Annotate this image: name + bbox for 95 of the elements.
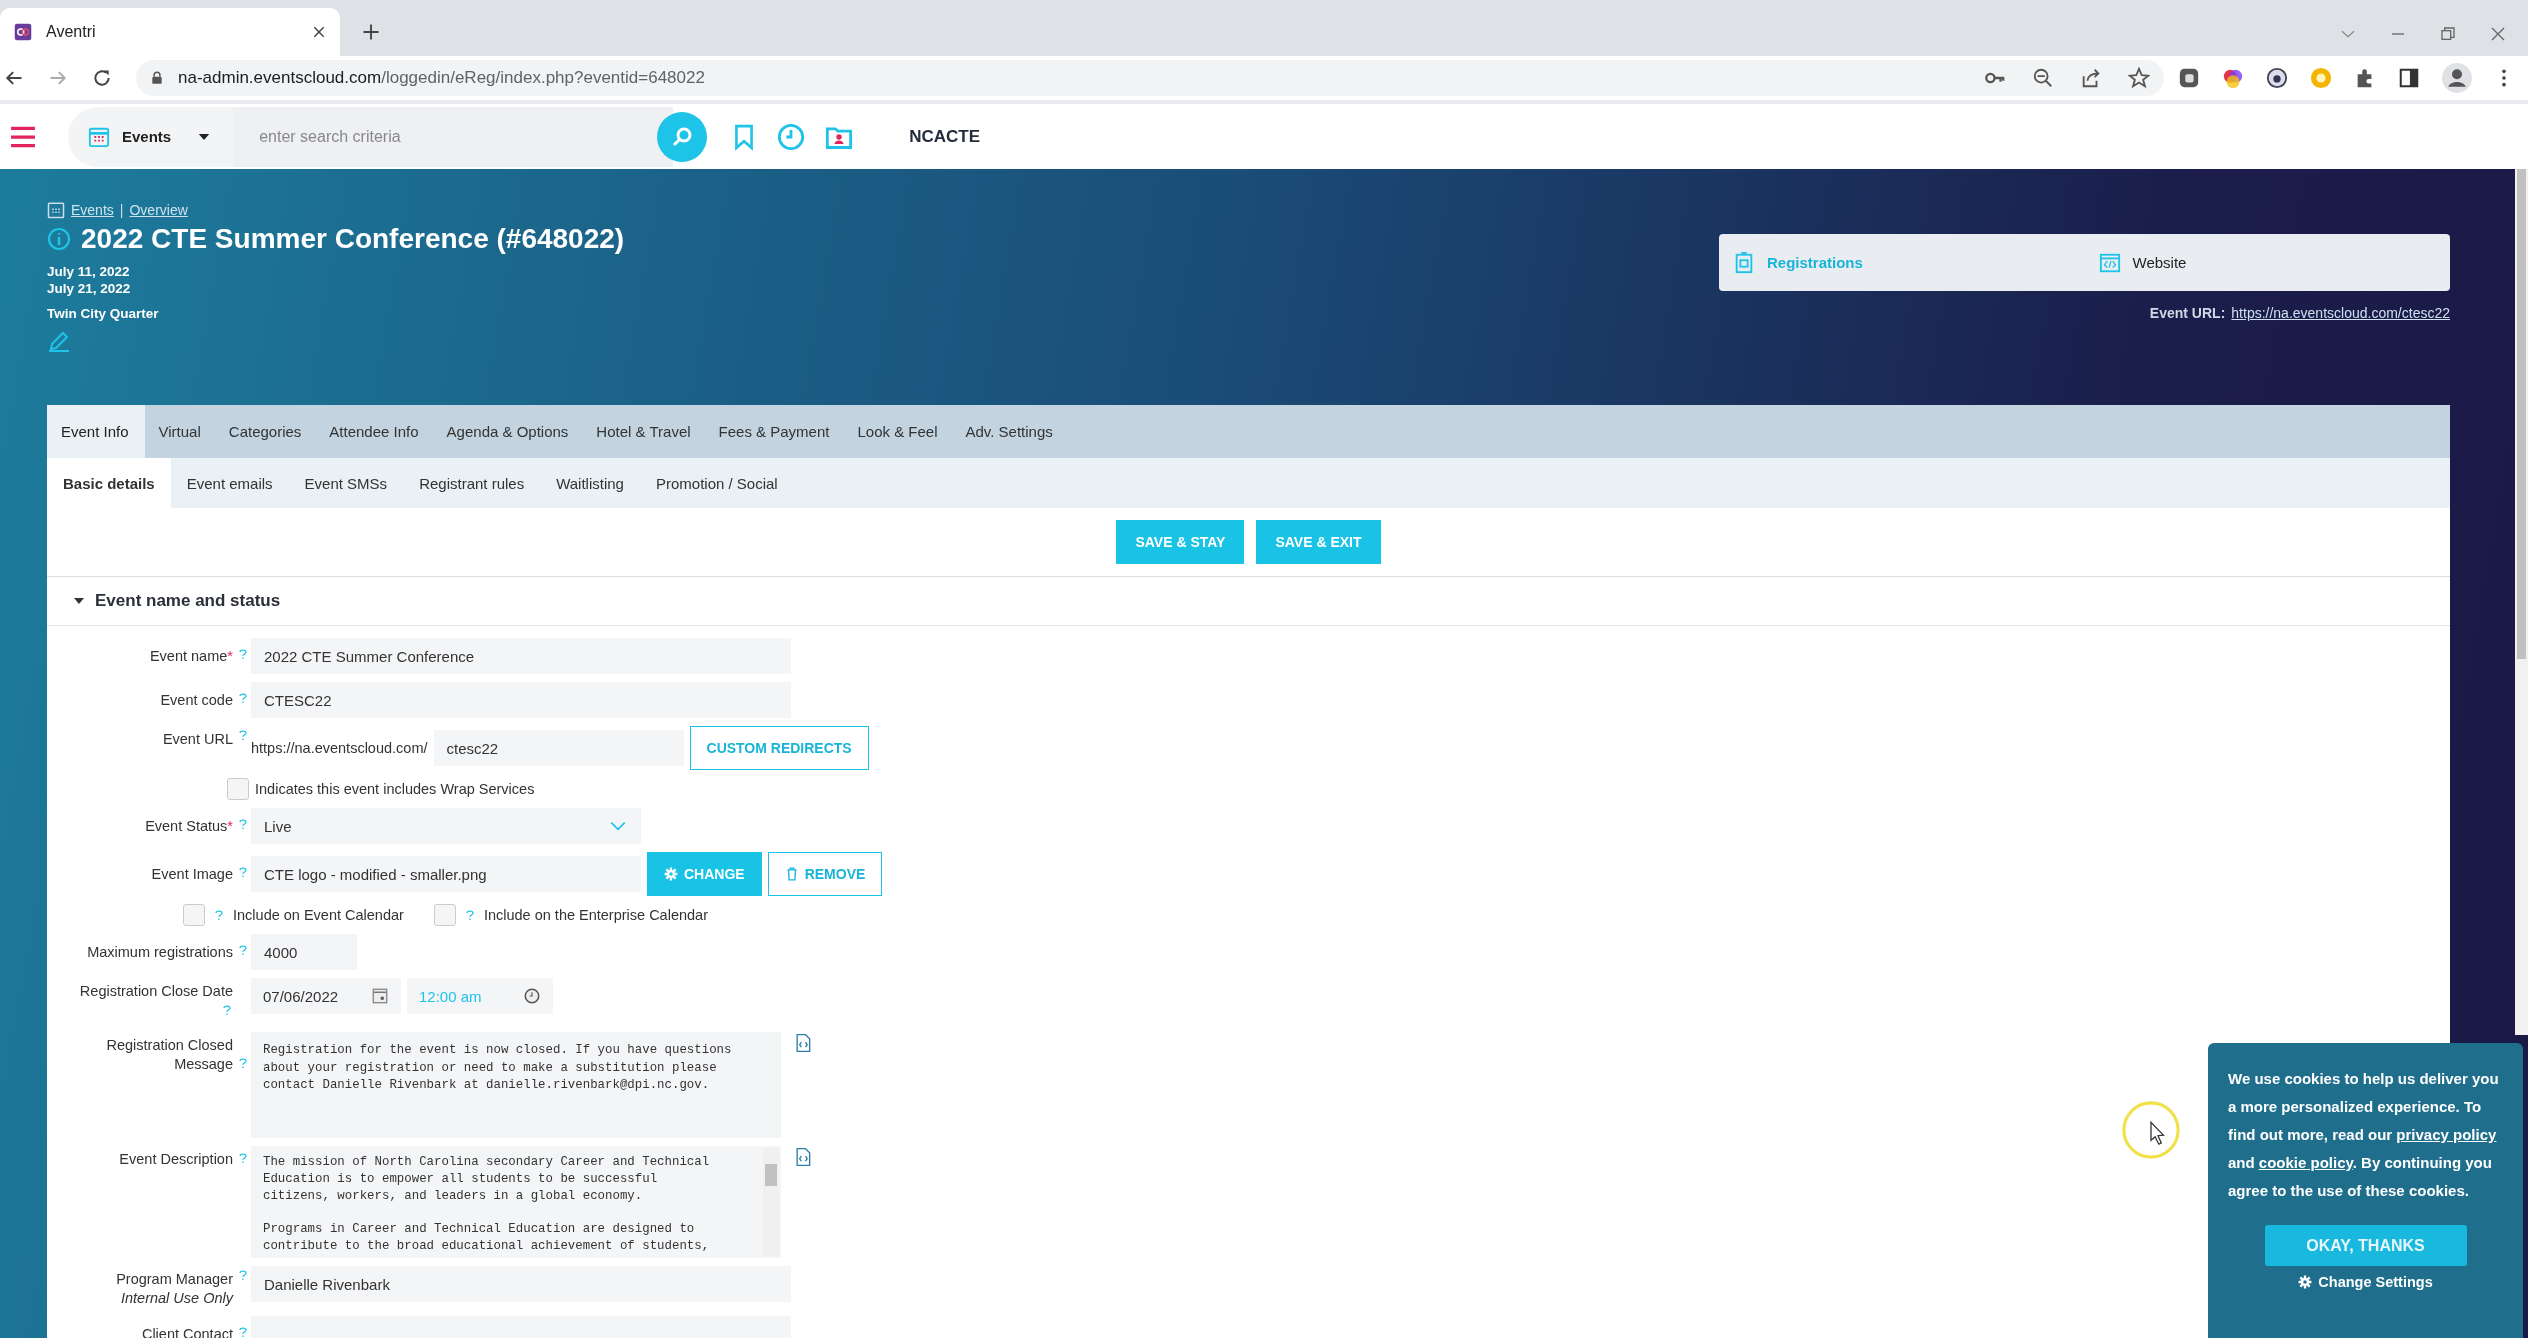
breadcrumb-link[interactable]: Overview [129, 202, 188, 218]
breadcrumb-separator: | [119, 202, 124, 218]
tab[interactable]: Look & Feel [843, 405, 952, 458]
field-label: Program Manager [116, 1271, 233, 1287]
cookie-message: We use cookies to help us deliver you a more personalized experience. To find out more, read our privacy policy and cookie policy. By continuing you agree to the use of these cookies. [2228, 1069, 2500, 1201]
cursor-highlight-icon [2120, 1099, 2182, 1161]
event-start-date: July 11, 2022 [47, 263, 131, 280]
checkbox-label: Include on Event Calendar [233, 907, 404, 923]
calendar-icon [88, 125, 110, 148]
account-name: NCACTE [909, 126, 981, 147]
tab-title: Aventri [46, 23, 97, 41]
input-field[interactable]: Danielle Rivenbark [251, 1266, 791, 1302]
status-dropdown[interactable]: Live [251, 808, 641, 844]
url-prefix: https://na.eventscloud.com/ [251, 740, 428, 756]
reload-icon[interactable] [92, 68, 112, 88]
subtab[interactable]: Basic details [47, 458, 171, 508]
profile-icon[interactable] [2442, 63, 2472, 93]
clock-icon[interactable] [777, 122, 806, 151]
field-label: Event code [160, 691, 233, 708]
date-field[interactable]: 07/06/2022 [251, 978, 401, 1014]
field-note: Internal Use Only [119, 1289, 233, 1308]
required-mark: * [227, 817, 233, 834]
clock-icon [523, 987, 541, 1005]
subtab[interactable]: Waitlisting [540, 458, 640, 508]
calendar-icon [371, 987, 389, 1005]
close-icon[interactable] [312, 25, 326, 39]
text-area[interactable]: The mission of North Carolina secondary Career and Technical Education is to empower all students to be successful citizens, workers, and leaders in a global economy. Programs in Career and Technical Education are designed to contribute to the broad educational achievement of students, [251, 1146, 781, 1258]
scrollbar[interactable] [2515, 169, 2528, 1035]
trash-icon [784, 867, 799, 881]
required-mark: * [227, 647, 233, 664]
event-url-label: Event URL: [2149, 305, 2226, 321]
field-label: Event Status [145, 817, 228, 834]
tab[interactable]: Agenda & Options [432, 405, 583, 458]
input-field[interactable]: CTESC22 [251, 682, 791, 718]
extension-icon[interactable] [2266, 67, 2288, 89]
change-settings-link[interactable]: Change Settings [2298, 1274, 2433, 1290]
share-icon[interactable] [2080, 67, 2102, 89]
input-field[interactable]: CTE logo - modified - smaller.png [251, 856, 641, 892]
input-field[interactable]: 2022 CTE Summer Conference [251, 638, 791, 674]
subtab[interactable]: Registrant rules [403, 458, 541, 508]
zoom-out-icon[interactable] [2032, 67, 2054, 89]
event-end-date: July 21, 2022 [47, 280, 132, 297]
new-tab-icon[interactable] [362, 23, 380, 41]
extension-icon[interactable] [2222, 67, 2244, 89]
clipboard-icon [1733, 251, 1755, 274]
field-label: Client Contact [141, 1325, 233, 1338]
field-label: Registration Close Date [79, 983, 233, 999]
lock-icon [150, 70, 164, 86]
event-url-link[interactable]: https://na.eventscloud.com/ctesc22 [2231, 305, 2450, 321]
edit-pencil-icon[interactable] [47, 329, 71, 353]
event-title: 2022 CTE Summer Conference (#648022) [81, 223, 625, 255]
tab[interactable]: Hotel & Travel [582, 405, 705, 458]
text-area[interactable]: Registration for the event is now closed. If you have questions about your registration or need to make a substitution please contact Danielle Rivenbark at danielle.rivenbark@dpi.nc.gov. [251, 1032, 781, 1138]
subtab[interactable]: Event emails [170, 458, 289, 508]
calendar-grid-icon [47, 201, 65, 219]
tab[interactable]: Event Info [47, 405, 145, 458]
extension-icon[interactable] [2178, 67, 2200, 89]
breadcrumb-link[interactable]: Events [71, 202, 114, 218]
input-field[interactable]: 4000 [251, 934, 357, 970]
checkbox[interactable] [433, 904, 456, 926]
module-dropdown[interactable]: Events [68, 106, 234, 167]
checkbox-label: Indicates this event includes Wrap Services [255, 781, 535, 797]
star-icon[interactable] [2128, 67, 2150, 89]
gear-icon [2298, 1275, 2313, 1289]
tab[interactable]: Virtual [144, 405, 215, 458]
checkbox[interactable] [183, 904, 205, 926]
site-favicon [14, 23, 32, 41]
info-icon [47, 227, 71, 251]
privacy-policy-link[interactable]: privacy policy [2396, 1126, 2497, 1143]
quick-link[interactable]: Website [2084, 234, 2450, 291]
browser-code-icon [2098, 251, 2121, 274]
cookie-policy-link[interactable]: cookie policy [2258, 1154, 2353, 1171]
tab[interactable]: Attendee Info [315, 405, 433, 458]
subtab[interactable]: Promotion / Social [639, 458, 794, 508]
field-label: Maximum registrations [87, 943, 233, 960]
tab[interactable]: Categories [214, 405, 316, 458]
close-icon[interactable] [2490, 26, 2506, 42]
checkbox[interactable] [227, 778, 249, 800]
address-url[interactable]: na-admin.eventscloud.com/loggedin/eReg/index.php?eventid=648022 [178, 68, 705, 88]
checkbox-label: Include on the Enterprise Calendar [483, 907, 708, 923]
field-label: Event URL [162, 731, 233, 747]
field-label: Registration Closed Message [105, 1036, 233, 1074]
field-label: Event Image [151, 865, 233, 882]
subtab[interactable]: Event SMSs [288, 458, 404, 508]
side-panel-icon[interactable] [2398, 67, 2420, 89]
event-venue: Twin City Quarter [47, 306, 160, 321]
restore-icon[interactable] [2440, 26, 2456, 42]
textarea-scrollbar[interactable] [763, 1148, 779, 1256]
section-title: Event name and status [95, 591, 281, 611]
gear-icon [664, 867, 678, 881]
tab[interactable]: Fees & Payment [704, 405, 844, 458]
field-label: Event Description [119, 1150, 233, 1169]
tab[interactable]: Adv. Settings [951, 405, 1067, 458]
input-field[interactable]: ctesc22 [433, 730, 684, 766]
field-label: Event name [149, 647, 228, 664]
